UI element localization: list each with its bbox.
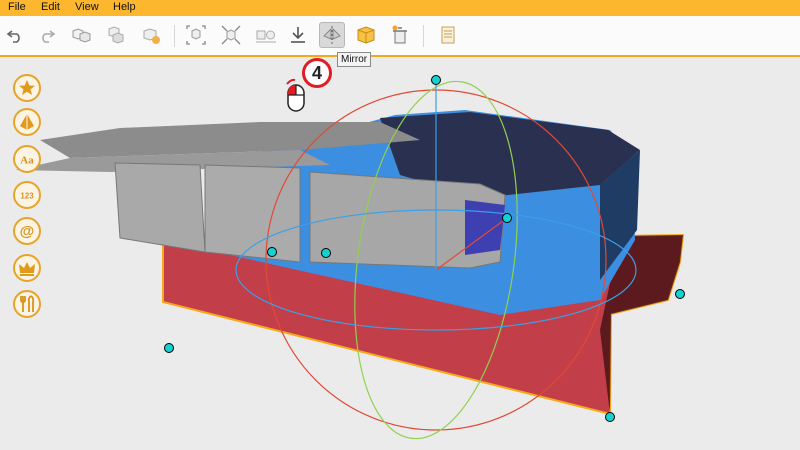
add-part-icon <box>143 28 160 44</box>
sidebar-item-favorites[interactable] <box>13 74 41 102</box>
gizmo-handle[interactable] <box>431 75 441 85</box>
toolbar <box>0 16 800 57</box>
mirror-button[interactable] <box>319 22 345 48</box>
undo-icon <box>6 30 20 43</box>
bbox-handle[interactable] <box>675 289 685 299</box>
sidebar-item-numbers[interactable]: 123 <box>13 181 41 209</box>
align-icon <box>256 30 276 43</box>
svg-text:@: @ <box>20 223 35 240</box>
key-cap <box>114 162 206 253</box>
key-switch <box>465 200 505 255</box>
download-button[interactable] <box>286 23 310 47</box>
bbox-handle[interactable] <box>164 343 174 353</box>
undo-button[interactable] <box>4 23 28 47</box>
text-icon: Aa <box>20 155 34 167</box>
add-part-button[interactable] <box>139 23 163 47</box>
notes-icon <box>441 26 455 44</box>
menu-view[interactable]: View <box>75 1 99 13</box>
fit-view-icon <box>186 25 206 45</box>
bbox-handle[interactable] <box>605 412 615 422</box>
gizmo-handle[interactable] <box>267 247 277 257</box>
box-icon <box>357 26 375 44</box>
sidebar-item-text[interactable]: Aa <box>13 145 41 173</box>
trash-icon <box>392 25 407 44</box>
sidebar-item-premium[interactable] <box>13 254 41 282</box>
svg-text:123: 123 <box>20 192 34 201</box>
toolbar-separator <box>174 25 175 47</box>
align-button[interactable] <box>254 23 278 47</box>
notes-button[interactable] <box>436 23 460 47</box>
sidebar-item-tools[interactable] <box>13 290 41 318</box>
redo-icon <box>42 30 56 43</box>
star-icon <box>19 80 35 95</box>
svg-text:Aa: Aa <box>20 155 34 167</box>
menu-bar: File Edit View Help <box>0 0 800 16</box>
trash-button[interactable] <box>388 23 412 47</box>
3d-scene[interactable] <box>0 57 800 445</box>
menu-file[interactable]: File <box>8 1 26 13</box>
redo-button[interactable] <box>34 23 58 47</box>
duplicate-icon <box>72 28 91 43</box>
mirror-icon <box>323 26 341 44</box>
snap-icon <box>221 25 241 45</box>
gizmo-handle[interactable] <box>321 248 331 258</box>
fit-view-button[interactable] <box>184 23 208 47</box>
menu-help[interactable]: Help <box>113 1 136 13</box>
shape-icon <box>20 114 34 130</box>
group-icon <box>108 26 124 44</box>
sidebar-item-symbols[interactable]: @ <box>13 217 41 245</box>
duplicate-button[interactable] <box>69 23 93 47</box>
gizmo-handle[interactable] <box>502 213 512 223</box>
3d-viewport[interactable] <box>0 57 800 445</box>
box-button[interactable] <box>354 23 378 47</box>
menu-edit[interactable]: Edit <box>41 1 60 13</box>
download-icon <box>291 27 305 43</box>
step-number-badge: 4 <box>302 58 332 88</box>
at-symbol-icon: @ <box>20 223 35 240</box>
crown-icon <box>19 262 35 276</box>
toolbar-separator <box>423 25 424 47</box>
sidebar-item-shapes[interactable] <box>13 108 41 136</box>
snap-button[interactable] <box>219 23 243 47</box>
numbers-icon: 123 <box>20 192 34 201</box>
tools-icon <box>20 295 35 312</box>
group-button[interactable] <box>104 23 128 47</box>
